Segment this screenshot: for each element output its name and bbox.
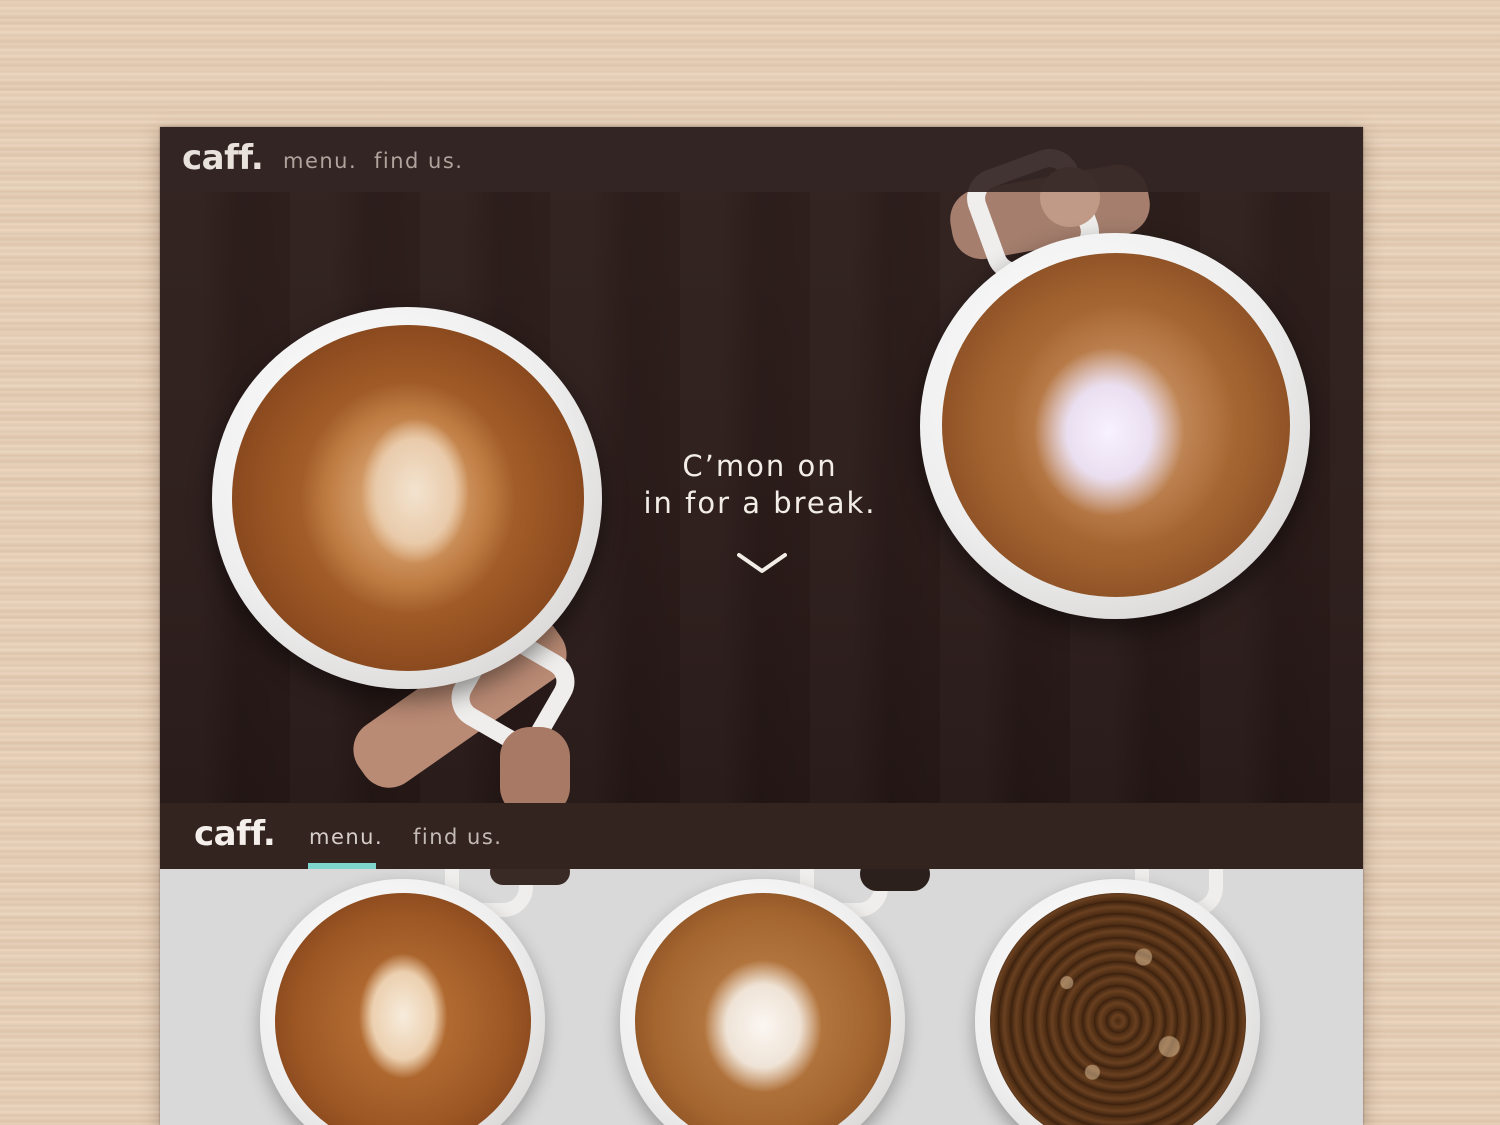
- thumb-left: [500, 727, 570, 803]
- tagline-line-1: C’mon on: [682, 449, 838, 483]
- website-mockup: C’mon on in for a break. caff. menu. fin…: [160, 127, 1363, 1125]
- nav-link-menu-active[interactable]: menu.: [309, 825, 383, 849]
- nav-link-menu[interactable]: menu.: [283, 149, 357, 173]
- product-hand: [860, 869, 930, 891]
- hero-section: C’mon on in for a break. caff. menu. fin…: [160, 127, 1363, 803]
- nav-link-find-us[interactable]: find us.: [374, 149, 463, 173]
- sticky-navbar: caff. menu. find us.: [160, 803, 1363, 869]
- top-navbar: caff. menu. find us.: [160, 127, 1363, 192]
- hero-tagline: C’mon on in for a break.: [600, 448, 920, 522]
- menu-section: [160, 869, 1363, 1125]
- chevron-down-icon[interactable]: [737, 551, 787, 577]
- product-hand: [490, 869, 570, 885]
- logo[interactable]: caff.: [194, 814, 276, 854]
- logo[interactable]: caff.: [182, 138, 264, 178]
- latte-art-right: [942, 253, 1290, 597]
- tagline-line-2: in for a break.: [643, 486, 877, 520]
- active-tab-indicator: [308, 863, 376, 869]
- latte-art-left: [232, 325, 584, 671]
- nav-link-find-us[interactable]: find us.: [413, 825, 502, 849]
